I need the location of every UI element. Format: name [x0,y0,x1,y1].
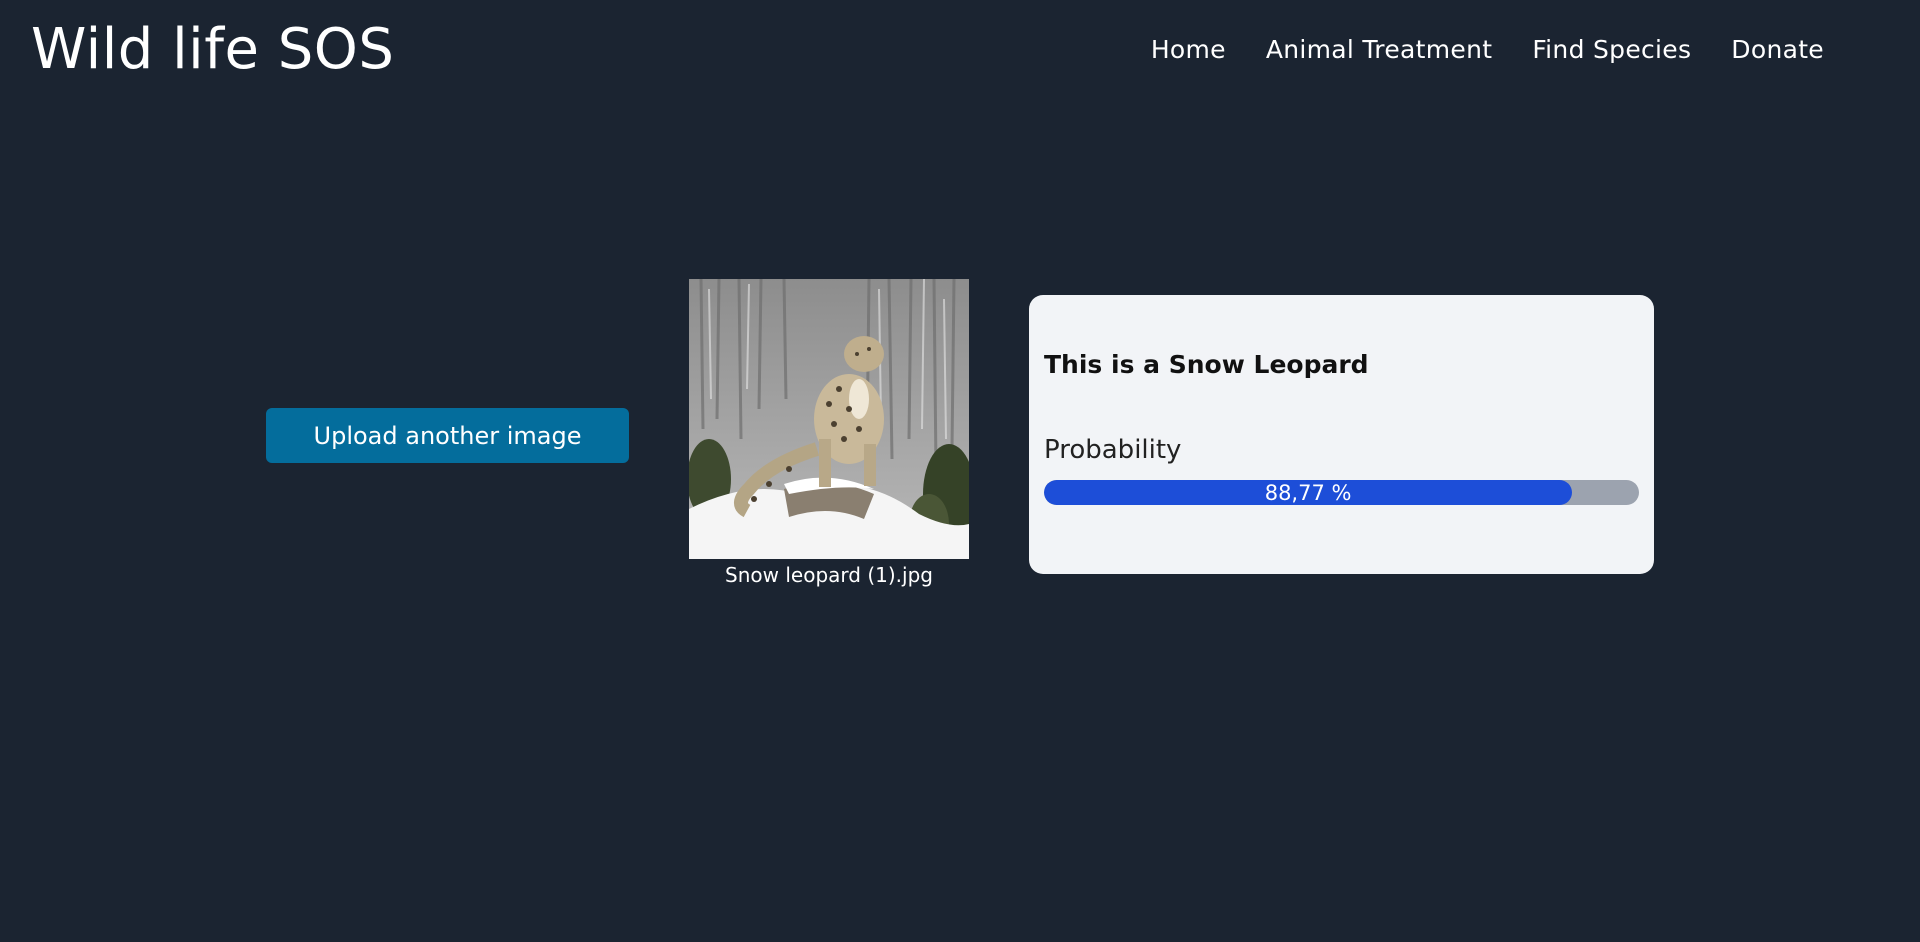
snow-leopard-photo [689,279,969,559]
nav-link-animal-treatment[interactable]: Animal Treatment [1266,33,1492,67]
nav-link-donate[interactable]: Donate [1731,33,1824,67]
prediction-result-card: This is a Snow Leopard Probability 88,77… [1029,295,1654,574]
main-nav: Home Animal Treatment Find Species Donat… [1151,33,1824,67]
probability-bar-fill: 88,77 % [1044,480,1573,505]
nav-link-home[interactable]: Home [1151,33,1226,67]
uploaded-image-filename: Snow leopard (1).jpg [725,563,933,587]
uploaded-image-preview [689,279,969,559]
prediction-title: This is a Snow Leopard [1044,350,1369,379]
probability-bar-track: 88,77 % [1044,480,1639,505]
top-header: Wild life SOS Home Animal Treatment Find… [0,0,1920,100]
upload-another-image-button[interactable]: Upload another image [266,408,629,463]
probability-label: Probability [1044,435,1182,465]
nav-link-find-species[interactable]: Find Species [1532,33,1691,67]
site-logo-title[interactable]: Wild life SOS [31,12,394,88]
probability-value: 88,77 % [1264,480,1352,505]
